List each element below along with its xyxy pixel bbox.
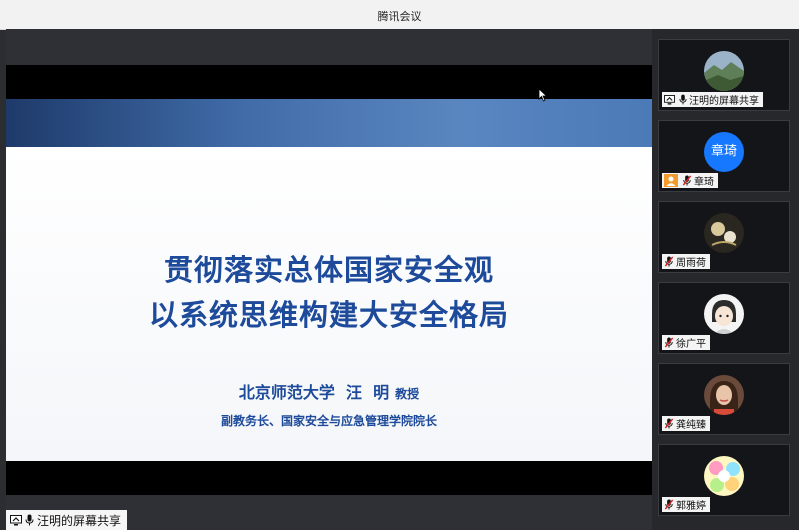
participant-tile[interactable]: 周雨荷	[658, 201, 790, 273]
avatar	[704, 375, 744, 415]
app-title: 腾讯会议	[377, 10, 422, 23]
participant-tile[interactable]: 徐广平	[658, 282, 790, 354]
mouse-cursor-icon	[538, 87, 548, 106]
slide-presenter: 北京师范大学 汪 明教授	[6, 379, 652, 403]
title-bar: 腾讯会议	[0, 0, 799, 30]
share-name-text: 汪明的屏幕共享	[37, 513, 122, 528]
presenter-name: 北京师范大学 汪 明	[238, 383, 390, 402]
participant-label: 汪明的屏幕共享	[662, 92, 763, 107]
main-share-view[interactable]: 贯彻落实总体国家安全观 以系统思维构建大安全格局 北京师范大学 汪 明教授 副教…	[6, 29, 652, 530]
avatar-initials: 章琦	[710, 144, 737, 159]
avatar	[704, 294, 744, 334]
participant-name: 龚纯臻	[676, 420, 706, 431]
presenter-title: 教授	[395, 387, 420, 401]
participant-name: 徐广平	[676, 339, 706, 350]
letterbox-bottom	[6, 461, 652, 495]
microphone-icon	[679, 94, 687, 105]
microphone-icon	[25, 514, 34, 526]
screen-share-icon	[664, 94, 675, 105]
microphone-muted-icon	[664, 256, 674, 267]
slide-title-line-1: 贯彻落实总体国家安全观	[163, 253, 494, 287]
avatar	[704, 456, 744, 496]
microphone-muted-icon	[682, 175, 692, 186]
microphone-muted-icon	[664, 499, 674, 510]
letterbox-top	[6, 65, 652, 99]
slide-title-line-2: 以系统思维构建大安全格局	[148, 298, 509, 332]
share-name-label: 汪明的屏幕共享	[6, 510, 128, 530]
participant-tile[interactable]: 龚纯臻	[658, 363, 790, 435]
participant-label: 徐广平	[662, 335, 710, 350]
participant-name: 郭雅婷	[676, 501, 706, 512]
microphone-muted-icon	[664, 337, 674, 348]
participant-list[interactable]: 汪明的屏幕共享 章琦 章琦 周雨荷 徐广平 龚纯臻 郭雅婷	[652, 29, 799, 530]
person-icon	[664, 174, 678, 187]
participant-tile[interactable]: 汪明的屏幕共享	[658, 39, 790, 111]
avatar	[704, 51, 744, 91]
participant-label: 郭雅婷	[662, 497, 710, 512]
avatar	[704, 213, 744, 253]
participant-label: 龚纯臻	[662, 416, 710, 431]
participant-name: 汪明的屏幕共享	[689, 96, 759, 107]
screen-share-icon	[10, 514, 22, 526]
participant-name: 章琦	[694, 177, 714, 188]
slide-body: 贯彻落实总体国家安全观 以系统思维构建大安全格局 北京师范大学 汪 明教授 副教…	[6, 147, 652, 461]
presenter-affiliation: 副教务长、国家安全与应急管理学院院长	[220, 414, 437, 428]
avatar: 章琦	[704, 132, 744, 172]
participant-label: 章琦	[662, 173, 718, 188]
participant-tile[interactable]: 郭雅婷	[658, 444, 790, 516]
shared-slide: 贯彻落实总体国家安全观 以系统思维构建大安全格局 北京师范大学 汪 明教授 副教…	[6, 99, 652, 461]
participant-label: 周雨荷	[662, 254, 710, 269]
participant-name: 周雨荷	[676, 258, 706, 269]
slide-header-banner	[6, 99, 652, 147]
participant-tile[interactable]: 章琦 章琦	[658, 120, 790, 192]
microphone-muted-icon	[664, 418, 674, 429]
